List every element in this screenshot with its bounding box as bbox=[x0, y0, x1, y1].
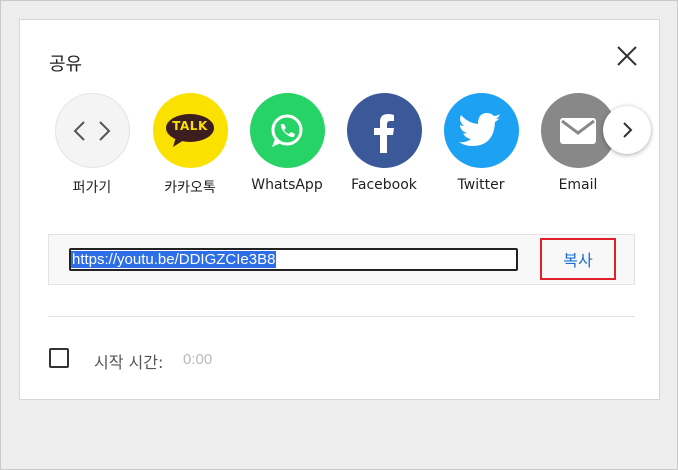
share-twitter-circle bbox=[443, 93, 519, 168]
share-url-container: https://youtu.be/DDIGZCIe3B8 복사 bbox=[48, 234, 635, 285]
kakaotalk-icon-text: TALK bbox=[172, 118, 208, 133]
embed-icon bbox=[73, 120, 111, 141]
share-url-text: https://youtu.be/DDIGZCIe3B8 bbox=[71, 251, 277, 268]
share-whatsapp-button[interactable]: WhatsApp bbox=[241, 93, 333, 193]
share-embed-circle bbox=[54, 93, 130, 168]
share-dialog: 공유 퍼가기 TALK 카카오톡 WhatsApp Facebook Twitt… bbox=[19, 19, 660, 400]
scroll-next-button[interactable] bbox=[603, 106, 651, 154]
window-frame: 공유 퍼가기 TALK 카카오톡 WhatsApp Facebook Twitt… bbox=[0, 0, 678, 470]
start-time-input[interactable]: 0:00 bbox=[183, 351, 212, 368]
facebook-icon bbox=[374, 113, 394, 153]
share-twitter-button[interactable]: Twitter bbox=[435, 93, 527, 193]
close-icon bbox=[617, 46, 637, 66]
share-kakaotalk-circle: TALK bbox=[152, 93, 228, 168]
close-button[interactable] bbox=[616, 45, 638, 67]
share-whatsapp-label: WhatsApp bbox=[251, 177, 323, 193]
twitter-icon bbox=[459, 112, 501, 146]
share-kakaotalk-button[interactable]: TALK 카카오톡 bbox=[144, 93, 236, 197]
email-icon bbox=[560, 117, 596, 144]
share-facebook-circle bbox=[346, 93, 422, 168]
chevron-right-icon bbox=[623, 122, 633, 138]
start-time-checkbox[interactable] bbox=[49, 348, 69, 368]
whatsapp-icon bbox=[271, 114, 303, 147]
share-kakaotalk-label: 카카오톡 bbox=[164, 180, 216, 196]
share-url-input[interactable]: https://youtu.be/DDIGZCIe3B8 bbox=[69, 248, 518, 271]
share-facebook-label: Facebook bbox=[351, 177, 417, 193]
dialog-title: 공유 bbox=[49, 54, 83, 75]
share-embed-label: 퍼가기 bbox=[72, 180, 112, 196]
share-twitter-label: Twitter bbox=[457, 177, 505, 193]
kakaotalk-icon: TALK bbox=[164, 113, 216, 149]
start-time-label: 시작 시간: bbox=[94, 353, 164, 372]
copy-button[interactable]: 복사 bbox=[540, 238, 616, 280]
divider bbox=[48, 316, 635, 317]
share-embed-button[interactable]: 퍼가기 bbox=[46, 93, 138, 197]
share-whatsapp-circle bbox=[249, 93, 325, 168]
share-email-label: Email bbox=[558, 177, 598, 193]
share-facebook-button[interactable]: Facebook bbox=[338, 93, 430, 193]
